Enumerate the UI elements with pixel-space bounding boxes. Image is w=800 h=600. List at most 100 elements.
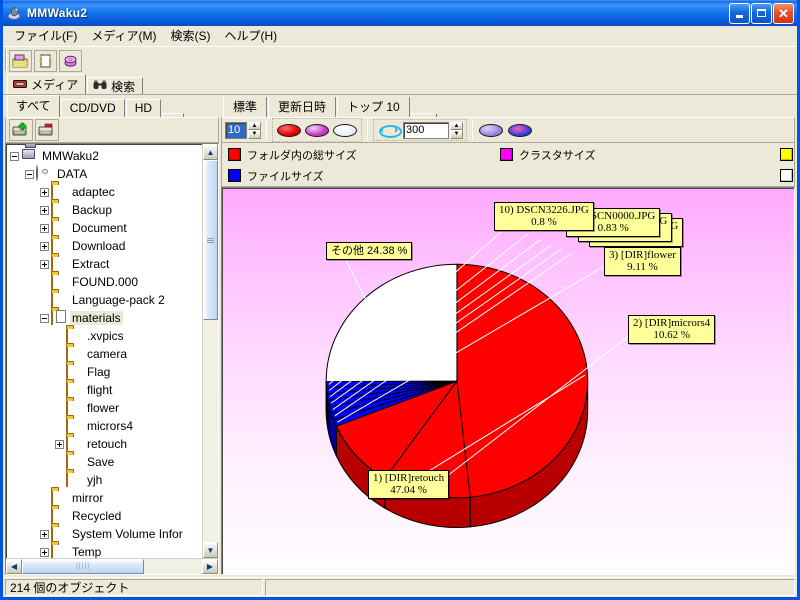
pie-red-icon[interactable]	[276, 120, 302, 140]
rotation-spin-down-icon[interactable]: ▼	[450, 130, 463, 139]
tree-collapse-icon[interactable]	[25, 169, 34, 179]
tree-item[interactable]: yjh	[10, 471, 202, 489]
menu-help[interactable]: ヘルプ(H)	[217, 25, 284, 46]
tab-search[interactable]: 検索	[87, 77, 144, 94]
remove-media-button[interactable]	[35, 119, 59, 141]
tree-item-label: flight	[87, 383, 113, 397]
main-toolbar	[3, 46, 797, 74]
tree-item[interactable]: flower	[10, 399, 202, 417]
tree-expand-icon[interactable]	[40, 547, 49, 557]
pie-magenta-icon[interactable]	[304, 120, 330, 140]
tree-hscroll-thumb[interactable]: |||||	[22, 559, 144, 574]
rotation-spin-buttons[interactable]: ▲ ▼	[450, 121, 463, 139]
menu-media[interactable]: メディア(M)	[84, 25, 163, 46]
tree-item[interactable]: flight	[10, 381, 202, 399]
tree-expand-icon[interactable]	[40, 241, 49, 251]
menu-search[interactable]: 検索(S)	[163, 25, 217, 46]
rotation-input[interactable]: 300	[403, 121, 449, 139]
scroll-right-icon[interactable]: ▶	[202, 559, 218, 574]
tab-hd[interactable]: HD	[125, 99, 162, 117]
tab-all[interactable]: すべて	[7, 95, 60, 117]
tree-item[interactable]: Document	[10, 219, 202, 237]
rotate-icon[interactable]	[377, 121, 402, 139]
pie-blue-icon[interactable]	[478, 120, 504, 140]
top-count-stepper[interactable]: 10 ▲ ▼	[225, 121, 261, 139]
tree-expand-icon[interactable]	[40, 259, 49, 269]
remove-drive-icon	[38, 123, 53, 136]
toolbar-separator-1	[266, 120, 267, 140]
scroll-up-icon[interactable]: ▲	[203, 144, 218, 160]
tree-item[interactable]: FOUND.000	[10, 273, 202, 291]
pie-chart-canvas[interactable]: 7) DSCN0000.JPG 0.88 % 8) DSCN0000.JPG 0…	[221, 187, 795, 575]
tree-item[interactable]: Save	[10, 453, 202, 471]
tree-item[interactable]: Recycled	[10, 507, 202, 525]
tab-media-label: メディア	[31, 78, 79, 92]
tree-expand-icon[interactable]	[40, 223, 49, 233]
scroll-left-icon[interactable]: ◀	[6, 559, 22, 574]
close-button[interactable]: ✕	[773, 2, 794, 24]
new-media-button[interactable]	[34, 49, 57, 72]
tree-item[interactable]: System Volume Infor	[10, 525, 202, 543]
maximize-button[interactable]	[751, 2, 772, 24]
rotation-spin-up-icon[interactable]: ▲	[450, 121, 463, 130]
tab-media[interactable]: メディア	[7, 74, 87, 94]
tab-top10[interactable]: トップ 10	[337, 97, 410, 117]
tree-item-label: Download	[72, 239, 126, 253]
legend-item-cluster-gap: クラスタギャップ	[780, 168, 795, 184]
callout-other-text: その他 24.38 %	[331, 245, 408, 257]
tree-item[interactable]: camera	[10, 345, 202, 363]
tree-vertical-scrollbar[interactable]: ▲ ▼	[202, 144, 218, 558]
tree-item[interactable]: Download	[10, 237, 202, 255]
tab-modified[interactable]: 更新日時	[268, 97, 337, 117]
tree-expand-icon[interactable]	[40, 187, 49, 197]
tree-vscroll-thumb[interactable]	[203, 160, 218, 320]
folder-icon	[51, 543, 67, 558]
tree-collapse-icon[interactable]	[10, 151, 19, 161]
pie-white-icon[interactable]	[332, 120, 358, 140]
folder-tree-panel: MMWaku2 DATA adaptec Backup Document Download…	[5, 143, 219, 575]
hscroll-grip-icon: |||||	[75, 563, 91, 570]
minimize-button[interactable]	[729, 2, 750, 24]
menu-file[interactable]: ファイル(F)	[7, 25, 84, 46]
legend-label-folder-total: フォルダ内の総サイズ	[247, 149, 357, 162]
tab-cddvd[interactable]: CD/DVD	[60, 99, 125, 117]
add-media-button[interactable]	[9, 119, 33, 141]
tree-item[interactable]: MMWaku2	[10, 147, 202, 165]
tab-standard[interactable]: 標準	[223, 97, 268, 117]
pie-leader-line	[344, 257, 367, 301]
folder-icon	[66, 453, 82, 470]
tree-hscroll-track[interactable]: |||||	[22, 559, 202, 574]
tree-expand-icon[interactable]	[40, 205, 49, 215]
status-bar: 214 個のオブジェクト	[3, 577, 797, 597]
tree-horizontal-scrollbar[interactable]: ◀ ||||| ▶	[6, 558, 218, 574]
tree-expand-icon[interactable]	[40, 529, 49, 539]
tree-item[interactable]: micrors4	[10, 417, 202, 435]
top-count-spin-up-icon[interactable]: ▲	[248, 121, 261, 130]
top-count-input[interactable]: 10	[225, 121, 247, 139]
tree-item[interactable]: Temp	[10, 543, 202, 558]
tree-item[interactable]: Language-pack 2	[10, 291, 202, 309]
tree-item-label: Document	[72, 221, 127, 235]
tree-item[interactable]: Flag	[10, 363, 202, 381]
tree-item[interactable]: .xvpics	[10, 327, 202, 345]
tree-item[interactable]: materials	[10, 309, 202, 327]
rotation-stepper[interactable]: 300 ▲ ▼	[403, 121, 463, 139]
open-media-button[interactable]	[9, 49, 32, 72]
tree-item[interactable]: mirror	[10, 489, 202, 507]
tree-item[interactable]: DATA	[10, 165, 202, 183]
tree-item[interactable]: Backup	[10, 201, 202, 219]
pie-picture-icon[interactable]	[507, 120, 533, 140]
tree-item[interactable]: retouch	[10, 435, 202, 453]
top-count-spin-down-icon[interactable]: ▼	[248, 130, 261, 139]
top-count-spin-buttons[interactable]: ▲ ▼	[248, 121, 261, 139]
tree-item-label: Language-pack 2	[72, 293, 165, 307]
scroll-down-icon[interactable]: ▼	[203, 542, 218, 558]
tree-vscroll-track[interactable]	[203, 160, 218, 542]
tree-expand-icon[interactable]	[55, 439, 64, 449]
tree-collapse-icon[interactable]	[40, 313, 49, 323]
disc-button[interactable]	[59, 49, 82, 72]
tree-item[interactable]: adaptec	[10, 183, 202, 201]
tree-item[interactable]: Extract	[10, 255, 202, 273]
tree-item-label: System Volume Infor	[72, 527, 183, 541]
